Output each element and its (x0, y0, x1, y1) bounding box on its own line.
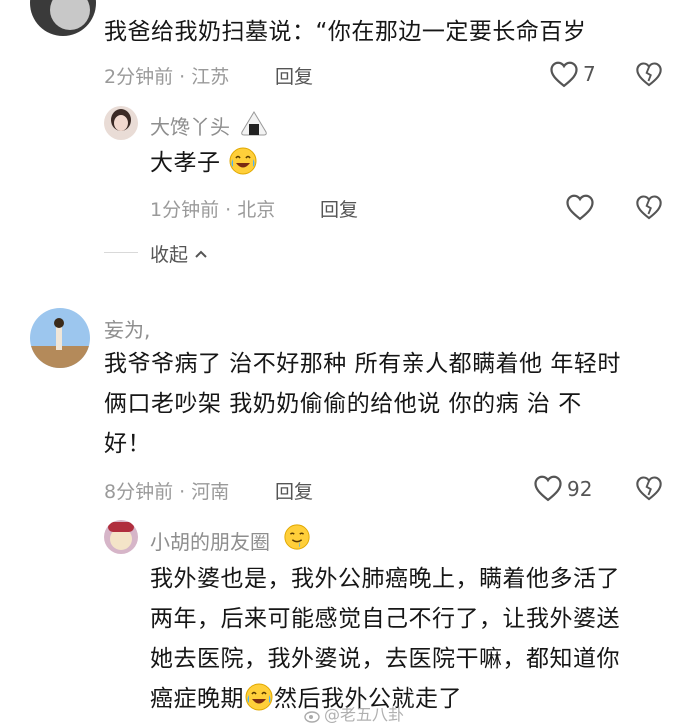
dislike-icon[interactable] (635, 474, 663, 502)
onigiri-emoji-icon (240, 110, 268, 140)
reply-username[interactable]: 大馋丫头 (150, 111, 230, 140)
comment-text: 我爸给我奶扫墓说：“你在那边一定要长命百岁 (104, 19, 587, 45)
avatar[interactable] (30, 0, 96, 36)
comment-text-line: 我爷爷病了 治不好那种 所有亲人都瞒着他 年轻时 (104, 351, 621, 377)
comment-time-location: 2分钟前 · 江苏 (104, 66, 230, 88)
collapse-label: 收起 (150, 244, 189, 266)
laughing-crying-emoji-icon (228, 146, 258, 176)
reply-text: 大孝子 (150, 143, 258, 183)
heart-icon[interactable] (549, 60, 579, 88)
reply-text-line: 我外婆也是，我外公肺癌晚上，瞒着他多活了 (150, 566, 620, 592)
drooling-face-emoji-icon (283, 523, 311, 555)
watermark-text: @老五八卦 (324, 705, 405, 724)
reply-time-location: 1分钟前 · 北京 (150, 199, 276, 221)
comment-username[interactable]: 妄为, (104, 314, 150, 343)
watermark: @老五八卦 (304, 701, 404, 727)
reply-avatar[interactable] (104, 520, 138, 554)
like-count: 92 (567, 477, 593, 501)
reply-text-line: 癌症晚期 然后我外公就走了 (150, 679, 670, 719)
reply-button[interactable]: 回复 (320, 195, 358, 222)
comment-text-line: 好！ (104, 431, 151, 457)
comment-time-location: 8分钟前 · 河南 (104, 481, 230, 503)
reply-button[interactable]: 回复 (275, 62, 313, 89)
like-count: 7 (583, 62, 596, 86)
dislike-icon[interactable] (635, 193, 663, 221)
collapse-button[interactable]: 收起 (150, 240, 208, 267)
chevron-up-icon (194, 242, 208, 264)
reply-text-line: 两年，后来可能感觉自己不行了，让我外婆送 (150, 606, 620, 632)
reply-text-line: 她去医院，我外婆说，去医院干嘛，都知道你 (150, 646, 620, 672)
comment-text-line: 俩口老吵架 我奶奶偷偷的给他说 你的病 治 不 (104, 391, 582, 417)
weibo-logo-icon (304, 707, 322, 727)
dislike-icon[interactable] (635, 60, 663, 88)
comment-text: 我爷爷病了 治不好那种 所有亲人都瞒着他 年轻时 俩口老吵架 我奶奶偷偷的给他说… (104, 344, 674, 464)
heart-icon[interactable] (533, 474, 563, 502)
laughing-crying-emoji-icon (244, 682, 274, 712)
reply-text-content: 大孝子 (150, 150, 221, 176)
avatar[interactable] (30, 308, 90, 368)
reply-username[interactable]: 小胡的朋友圈 (150, 526, 270, 555)
heart-icon[interactable] (565, 193, 595, 221)
reply-avatar[interactable] (104, 106, 138, 140)
collapse-divider (104, 252, 138, 253)
reply-text-fragment: 癌症晚期 (150, 686, 244, 712)
reply-button[interactable]: 回复 (275, 477, 313, 504)
reply-text: 我外婆也是，我外公肺癌晚上，瞒着他多活了 两年，后来可能感觉自己不行了，让我外婆… (150, 559, 670, 719)
